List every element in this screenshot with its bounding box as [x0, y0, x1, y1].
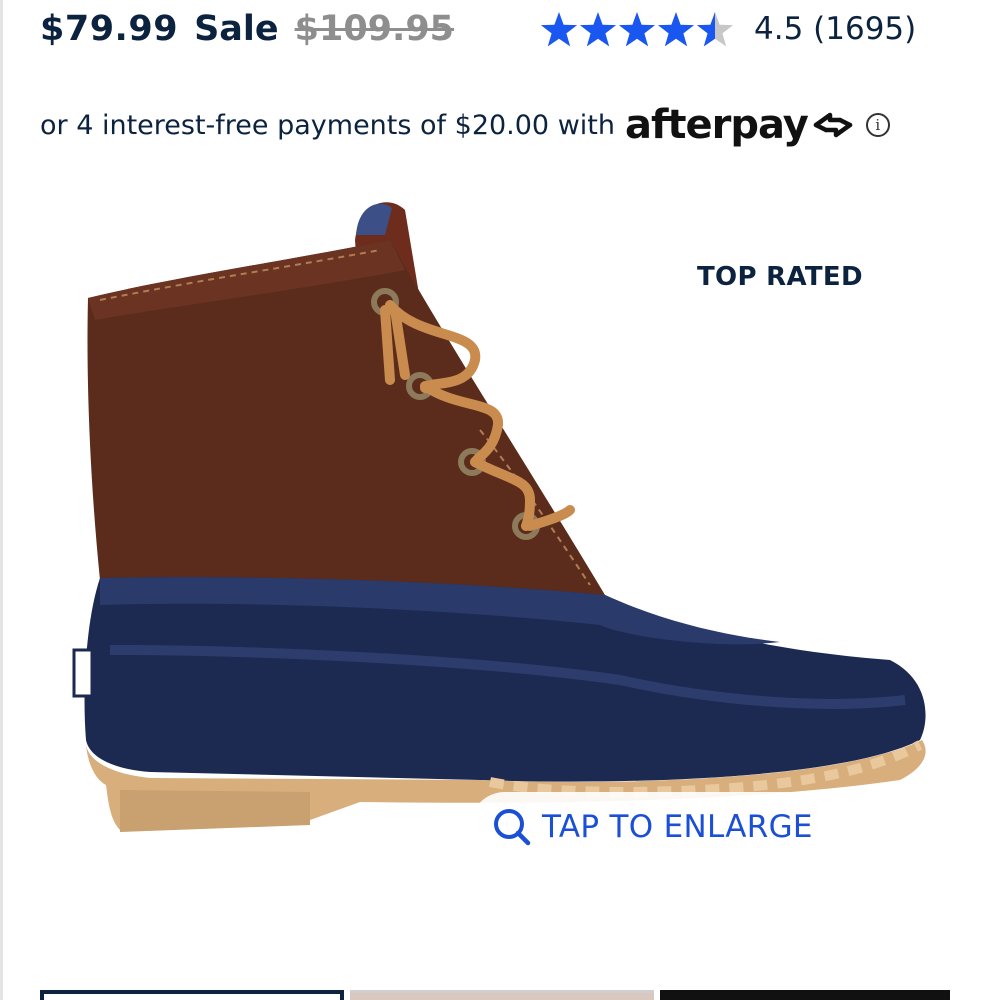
star-icon	[618, 12, 656, 47]
afterpay-logo-text: afterpay	[624, 102, 809, 148]
stars-graphic	[540, 12, 734, 47]
thumbnail-item[interactable]	[660, 990, 950, 1000]
top-rated-badge: TOP RATED	[697, 262, 863, 292]
thumbnail-item[interactable]	[350, 990, 654, 1000]
sale-price: $79.99	[40, 9, 179, 49]
sale-label: Sale	[194, 9, 279, 49]
afterpay-arrows-icon	[813, 112, 853, 138]
rating[interactable]: 4.5 (1695)	[540, 4, 916, 54]
star-rating	[540, 10, 740, 48]
afterpay-row: or 4 interest-free payments of $20.00 wi…	[40, 100, 890, 150]
tap-to-enlarge-button[interactable]: TAP TO ENLARGE	[470, 792, 860, 862]
star-icon	[657, 12, 695, 47]
thumbnail-strip	[40, 990, 960, 1000]
page-edge	[0, 0, 3, 1000]
afterpay-logo: afterpay	[625, 105, 856, 145]
afterpay-message: or 4 interest-free payments of $20.00 wi…	[40, 109, 615, 141]
star-icon	[579, 12, 617, 47]
thumbnail-item[interactable]	[40, 990, 344, 1000]
info-icon[interactable]: i	[865, 113, 890, 137]
magnifier-icon	[494, 809, 531, 846]
price-row: $79.99 Sale $109.95	[40, 4, 454, 54]
star-icon	[540, 12, 578, 47]
original-price: $109.95	[294, 9, 455, 49]
rating-count[interactable]: 4.5 (1695)	[754, 11, 916, 47]
tap-to-enlarge-label: TAP TO ENLARGE	[542, 809, 813, 845]
